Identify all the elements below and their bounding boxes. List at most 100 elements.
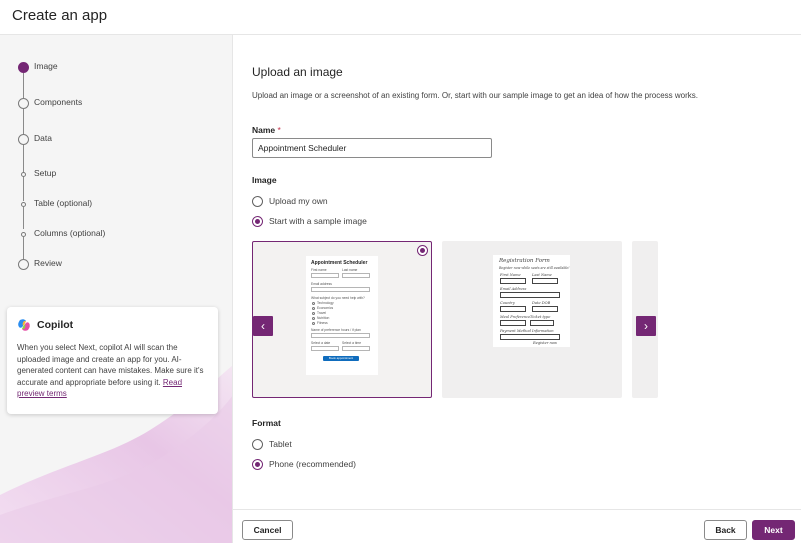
radio-label: Upload my own — [269, 196, 328, 206]
radio-button[interactable] — [252, 215, 263, 227]
appointment-preview: Appointment Scheduler First name Last na… — [306, 256, 378, 375]
preview-label: What subject do you need help with? — [311, 296, 365, 300]
preview-label: Email Address — [500, 287, 527, 291]
preview-radio — [312, 312, 315, 315]
step-marker — [18, 98, 29, 109]
top-bar: Create an app — [0, 0, 801, 35]
selected-radio-icon[interactable] — [417, 245, 428, 256]
name-label-text: Name — [252, 125, 276, 135]
preview-label: Select a date — [311, 341, 331, 345]
preview-label: Last name — [342, 268, 358, 272]
name-input[interactable]: Appointment Scheduler — [252, 138, 492, 158]
step-connector — [23, 109, 24, 135]
step-marker — [21, 202, 26, 207]
copilot-icon — [18, 319, 30, 331]
next-button[interactable]: Next — [752, 520, 795, 540]
preview-label: Name of preference hours / if plan — [311, 328, 361, 332]
preview-field — [342, 346, 370, 351]
preview-label: Travel — [317, 311, 327, 315]
preview-field — [530, 320, 554, 326]
copilot-title: Copilot — [37, 319, 74, 331]
step-marker — [21, 232, 26, 237]
radio-button[interactable] — [252, 438, 263, 450]
preview-label: First Name — [500, 273, 521, 277]
preview-label: Email address — [311, 282, 332, 286]
phone-option[interactable]: Phone (recommended) — [252, 457, 356, 471]
step-connector — [23, 73, 24, 99]
preview-label: Payment Method Information — [500, 329, 554, 333]
preview-radio — [312, 307, 315, 310]
step-label: Columns (optional) — [34, 228, 106, 238]
preview-label: Economics — [317, 306, 334, 310]
chevron-right-icon: › — [644, 319, 648, 333]
preview-field — [500, 306, 526, 312]
radio-button[interactable] — [252, 195, 263, 207]
step-connector — [23, 207, 24, 229]
preview-field — [500, 292, 560, 298]
carousel-next-button[interactable]: › — [636, 316, 656, 336]
format-label: Format — [252, 418, 281, 428]
preview-radio — [312, 317, 315, 320]
copilot-description: When you select Next, copilot AI will sc… — [17, 342, 208, 400]
step-label: Table (optional) — [34, 198, 93, 208]
step-label: Review — [34, 258, 62, 268]
preview-field — [311, 273, 339, 278]
sample-image-option[interactable]: Start with a sample image — [252, 214, 367, 228]
copilot-header: Copilot — [17, 317, 208, 333]
sample-card-appointment[interactable]: Appointment Scheduler First name Last na… — [252, 241, 432, 398]
image-label: Image — [252, 175, 277, 185]
preview-field — [311, 287, 370, 292]
preview-label: Date DOB — [532, 301, 551, 305]
preview-label: Meal Preference — [500, 315, 531, 319]
sidebar-background-wave — [0, 365, 232, 543]
step-label: Setup — [34, 168, 57, 178]
preview-label: Country — [500, 301, 515, 305]
preview-title: Registration Form — [499, 258, 550, 264]
cancel-button[interactable]: Cancel — [242, 520, 293, 540]
sidebar: Image Components Data Setup Table (optio… — [0, 35, 233, 543]
back-button[interactable]: Back — [704, 520, 747, 540]
preview-label: Ticket type — [530, 315, 551, 319]
footer: Cancel Back Next — [233, 509, 801, 543]
chevron-left-icon: ‹ — [261, 319, 265, 333]
step-marker — [18, 134, 29, 145]
sample-image-carousel: Appointment Scheduler First name Last na… — [252, 241, 658, 398]
main-panel: Upload an image Upload an image or a scr… — [233, 35, 801, 509]
preview-title: Appointment Scheduler — [311, 260, 368, 266]
preview-label: First name — [311, 268, 327, 272]
name-label: Name * — [252, 125, 281, 135]
radio-label: Tablet — [269, 439, 292, 449]
section-description: Upload an image or a screenshot of an ex… — [252, 91, 698, 100]
required-mark: * — [277, 125, 281, 135]
preview-field — [311, 333, 370, 338]
preview-register-button: Register now — [533, 341, 558, 345]
step-label: Data — [34, 133, 52, 143]
preview-book-button: Book appointment — [323, 356, 359, 361]
upload-my-own-option[interactable]: Upload my own — [252, 194, 328, 208]
section-title: Upload an image — [252, 65, 343, 79]
step-label: Components — [34, 97, 83, 107]
step-connector — [23, 237, 24, 259]
preview-field — [532, 278, 558, 284]
page-title: Create an app — [12, 7, 108, 24]
step-label: Image — [34, 61, 58, 71]
registration-preview: Registration Form Register now while sea… — [493, 255, 570, 347]
preview-label: Fitness — [317, 321, 328, 325]
step-marker — [18, 62, 29, 73]
preview-field — [342, 273, 370, 278]
preview-field — [532, 306, 558, 312]
preview-label: Technology — [317, 301, 334, 305]
preview-subtitle: Register now while seats are still avail… — [499, 266, 570, 270]
radio-button[interactable] — [252, 458, 263, 470]
sample-card-registration[interactable]: Registration Form Register now while sea… — [442, 241, 622, 398]
copilot-card: Copilot When you select Next, copilot AI… — [7, 307, 218, 414]
preview-label: Nutrition — [317, 316, 330, 320]
preview-label: Last Name — [532, 273, 552, 277]
carousel-prev-button[interactable]: ‹ — [253, 316, 273, 336]
tablet-option[interactable]: Tablet — [252, 437, 292, 451]
step-marker — [18, 259, 29, 270]
radio-label: Start with a sample image — [269, 216, 367, 226]
preview-radio — [312, 302, 315, 305]
preview-label: Select a time — [342, 341, 362, 345]
preview-radio — [312, 322, 315, 325]
